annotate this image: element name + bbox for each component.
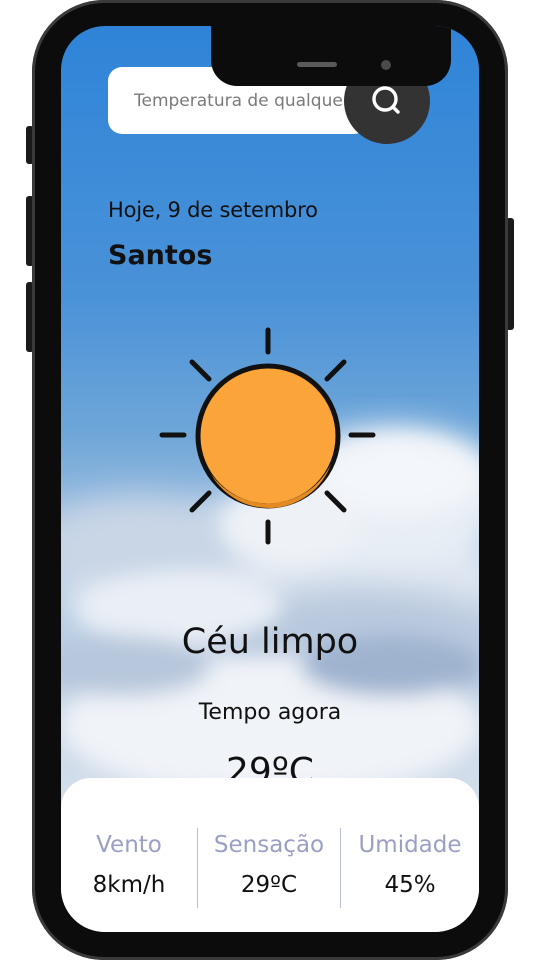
sun-icon — [159, 327, 376, 545]
search-icon — [372, 86, 400, 114]
wind-detail: Vento 8km/h — [61, 828, 197, 908]
front-camera — [381, 60, 391, 70]
wind-value: 8km/h — [92, 872, 166, 898]
current-date: Hoje, 9 de setembro — [108, 198, 318, 222]
humidity-label: Umidade — [358, 832, 462, 858]
weather-condition: Céu limpo — [181, 622, 359, 662]
phone-notch — [211, 26, 451, 86]
humidity-value: 45% — [384, 872, 436, 898]
wind-label: Vento — [96, 832, 162, 858]
weather-subtitle: Tempo agora — [198, 700, 342, 725]
humidity-detail: Umidade 45% — [340, 828, 479, 908]
feels-like-label: Sensação — [213, 832, 325, 858]
speaker-grille — [297, 62, 337, 67]
details-card: Vento 8km/h Sensação 29ºC Umidade 45% — [61, 778, 479, 932]
city-name: Santos — [108, 240, 213, 271]
feels-like-detail: Sensação 29ºC — [197, 828, 340, 908]
feels-like-value: 29ºC — [240, 872, 298, 898]
app-screen: Hoje, 9 de setembro Santos Céu limpo Tem… — [61, 26, 479, 932]
